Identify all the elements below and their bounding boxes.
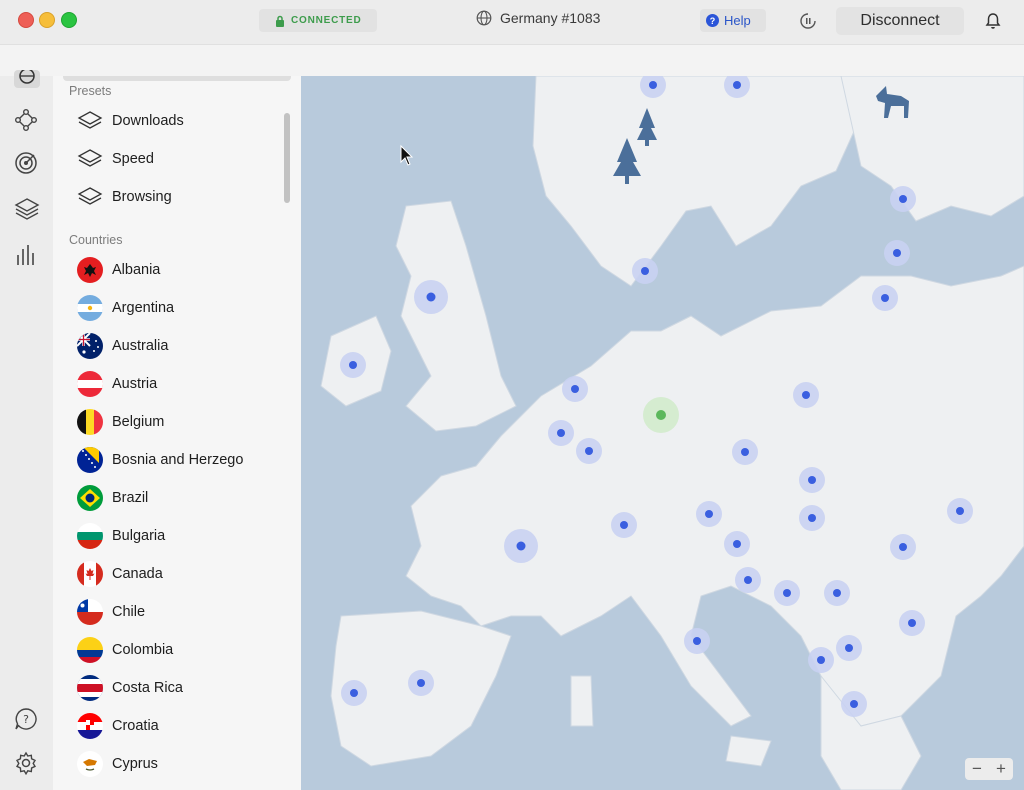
layers-icon	[77, 187, 103, 205]
country-item-austria[interactable]: Austria	[77, 367, 157, 401]
layers-icon	[77, 111, 103, 129]
country-item-chile[interactable]: Chile	[77, 595, 145, 629]
country-label: Colombia	[112, 642, 174, 658]
stats-icon[interactable]	[14, 243, 38, 267]
disconnect-button[interactable]: Disconnect	[836, 7, 964, 35]
country-item-canada[interactable]: Canada	[77, 557, 163, 591]
flag-costa-rica-icon	[77, 675, 103, 701]
country-label: Bosnia and Herzego	[112, 452, 244, 468]
country-item-australia[interactable]: Australia	[77, 329, 168, 363]
preset-label: Downloads	[112, 113, 184, 129]
country-label: Costa Rica	[112, 680, 183, 696]
flag-albania-icon	[77, 257, 103, 283]
connection-status-label: CONNECTED	[291, 15, 362, 26]
map-zoom-controls: − +	[965, 758, 1013, 780]
country-item-bosnia-and-herzegovina[interactable]: Bosnia and Herzego	[77, 443, 243, 477]
flag-australia-icon	[77, 333, 103, 359]
nav-rail: ?	[0, 70, 54, 790]
globe-icon	[476, 10, 492, 26]
server-list-panel: Presets Downloads Speed Browsing Countri…	[53, 76, 301, 790]
country-item-brazil[interactable]: Brazil	[77, 481, 148, 515]
country-item-costa-rica[interactable]: Costa Rica	[77, 671, 183, 705]
help-label: Help	[724, 13, 751, 28]
server-name: Germany #1083	[500, 10, 601, 26]
country-label: Croatia	[112, 718, 159, 734]
meshnet-icon[interactable]	[14, 108, 38, 132]
help-button[interactable]: ? Help	[700, 9, 766, 32]
active-server-pin[interactable]	[643, 397, 679, 433]
country-label: Austria	[112, 376, 158, 392]
connection-status-badge: CONNECTED	[259, 9, 377, 32]
minimize-window-button[interactable]	[39, 12, 55, 28]
help-icon: ?	[706, 14, 719, 27]
country-item-cyprus[interactable]: Cyprus	[77, 747, 158, 781]
country-label: Chile	[112, 604, 146, 620]
svg-text:?: ?	[23, 713, 29, 726]
flag-cyprus-icon	[77, 751, 103, 777]
presets-heading: Presets	[69, 84, 112, 98]
country-label: Brazil	[112, 490, 149, 506]
preset-browsing[interactable]: Browsing	[77, 180, 172, 214]
country-item-albania[interactable]: Albania	[77, 253, 160, 287]
zoom-in-button[interactable]: +	[996, 759, 1006, 779]
layers-icon	[77, 149, 103, 167]
country-item-bulgaria[interactable]: Bulgaria	[77, 519, 165, 553]
country-item-colombia[interactable]: Colombia	[77, 633, 173, 667]
country-label: Australia	[112, 338, 169, 354]
layers-icon[interactable]	[14, 196, 40, 222]
support-icon[interactable]: ?	[14, 707, 38, 731]
pause-icon[interactable]	[798, 11, 818, 31]
country-label: Canada	[112, 566, 163, 582]
flag-chile-icon	[77, 599, 103, 625]
lock-icon	[276, 15, 284, 27]
flag-austria-icon	[77, 371, 103, 397]
search-bar-edge	[63, 76, 291, 81]
preset-label: Speed	[112, 151, 154, 167]
country-item-argentina[interactable]: Argentina	[77, 291, 174, 325]
close-window-button[interactable]	[18, 12, 34, 28]
globe-icon[interactable]	[14, 70, 40, 88]
flag-canada-icon	[77, 561, 103, 587]
server-map[interactable]	[301, 76, 1024, 790]
flag-brazil-icon	[77, 485, 103, 511]
preset-speed[interactable]: Speed	[77, 142, 154, 176]
zoom-window-button[interactable]	[61, 12, 77, 28]
country-label: Albania	[112, 262, 161, 278]
current-server: Germany #1083	[476, 10, 600, 26]
countries-heading: Countries	[69, 233, 123, 247]
country-label: Argentina	[112, 300, 175, 316]
preset-downloads[interactable]: Downloads	[77, 104, 184, 138]
flag-colombia-icon	[77, 637, 103, 663]
country-item-croatia[interactable]: Croatia	[77, 709, 159, 743]
bell-icon[interactable]	[985, 12, 1001, 30]
sidebar-scrollbar[interactable]	[284, 113, 290, 203]
country-label: Bulgaria	[112, 528, 166, 544]
country-item-belgium[interactable]: Belgium	[77, 405, 164, 439]
flag-croatia-icon	[77, 713, 103, 739]
settings-icon[interactable]	[14, 751, 38, 775]
flag-belgium-icon	[77, 409, 103, 435]
country-label: Belgium	[112, 414, 165, 430]
country-label: Cyprus	[112, 756, 158, 772]
flag-bosnia-icon	[77, 447, 103, 473]
toolbar-strip	[0, 44, 1024, 77]
flag-bulgaria-icon	[77, 523, 103, 549]
target-icon[interactable]	[14, 151, 38, 175]
preset-label: Browsing	[112, 189, 172, 205]
flag-argentina-icon	[77, 295, 103, 321]
zoom-out-button[interactable]: −	[972, 759, 982, 779]
title-bar: CONNECTED Germany #1083 ? Help Disconnec…	[0, 0, 1024, 44]
